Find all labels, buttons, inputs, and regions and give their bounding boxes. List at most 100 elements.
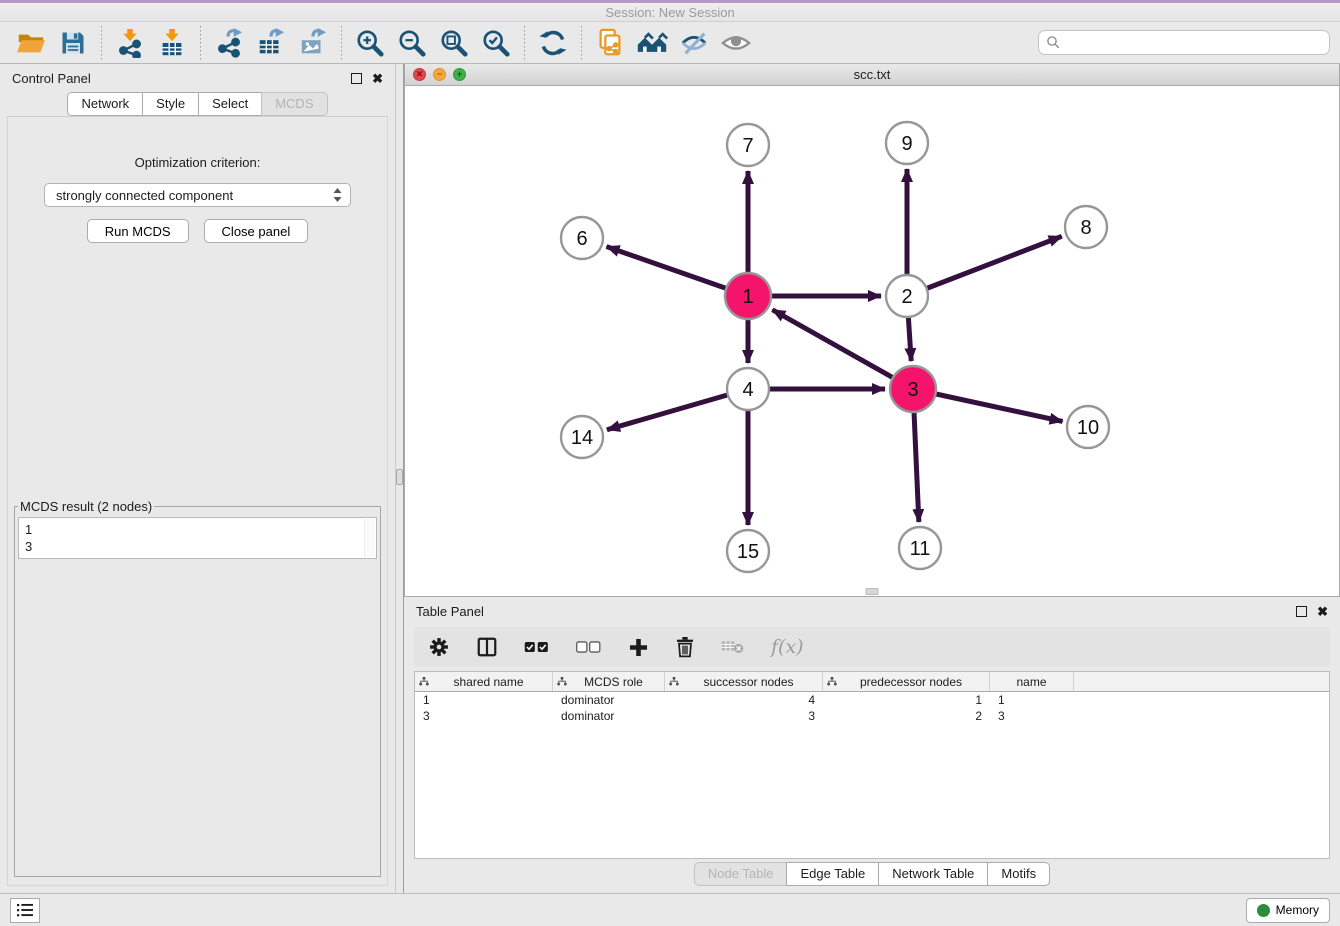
cell-shared-name[interactable]: 1 [415, 692, 553, 708]
mcds-result-item[interactable]: 3 [25, 538, 370, 555]
float-panel-icon[interactable] [351, 73, 362, 84]
float-table-panel-icon[interactable] [1296, 606, 1307, 617]
function-builder-icon[interactable]: f(x) [771, 636, 804, 658]
criterion-select-value: strongly connected component [56, 188, 333, 203]
node-label-14: 14 [571, 427, 593, 449]
maximize-window-button[interactable]: + [453, 68, 466, 81]
show-column-icon[interactable] [476, 636, 498, 658]
close-window-button[interactable]: ✕ [413, 68, 426, 81]
tab-node-table[interactable]: Node Table [694, 862, 788, 886]
memory-button[interactable]: Memory [1246, 898, 1330, 923]
mcds-result-list[interactable]: 13 [18, 517, 377, 559]
run-mcds-button[interactable]: Run MCDS [87, 219, 189, 243]
cell-successor-nodes[interactable]: 4 [665, 692, 823, 708]
cell-MCDS-role[interactable]: dominator [553, 692, 665, 708]
node-label-6: 6 [576, 228, 587, 250]
right-column: ✕ − + scc.txt 7968124314101511 Table Pan… [404, 64, 1340, 893]
node-table[interactable]: shared nameMCDS rolesuccessor nodesprede… [414, 671, 1330, 859]
import-table-icon[interactable] [155, 26, 189, 60]
task-list-icon [16, 902, 34, 918]
minimize-window-button[interactable]: − [433, 68, 446, 81]
table-row[interactable]: 3dominator323 [415, 708, 1329, 724]
vertical-splitter[interactable] [395, 64, 404, 893]
unselect-all-columns-icon[interactable] [576, 640, 602, 654]
select-chevrons-icon [333, 188, 342, 202]
delete-table-icon[interactable] [721, 638, 745, 656]
export-table-icon[interactable] [254, 26, 288, 60]
network-window-titlebar: ✕ − + scc.txt [405, 64, 1339, 86]
node-label-15: 15 [737, 541, 759, 563]
cell-predecessor-nodes[interactable]: 2 [823, 708, 990, 724]
mcds-result-title: MCDS result (2 nodes) [18, 499, 154, 514]
column-header-shared-name[interactable]: shared name [415, 672, 553, 691]
column-header-name[interactable]: name [990, 672, 1074, 691]
network-canvas[interactable]: 7968124314101511 [405, 86, 1339, 596]
search-input[interactable] [1066, 35, 1322, 50]
splitter-grip[interactable] [396, 469, 403, 485]
first-neighbors-icon[interactable] [635, 26, 669, 60]
application-window: Session: New Session [0, 0, 1340, 926]
mcds-result-box: MCDS result (2 nodes) 13 [14, 499, 381, 877]
edge-2-8[interactable] [907, 236, 1062, 296]
search-icon [1046, 35, 1061, 50]
save-session-icon[interactable] [56, 26, 90, 60]
toolbar-separator [524, 26, 525, 60]
main-toolbar [0, 22, 1340, 64]
cell-successor-nodes[interactable]: 3 [665, 708, 823, 724]
column-header-predecessor-nodes[interactable]: predecessor nodes [823, 672, 990, 691]
close-panel-icon[interactable]: ✖ [372, 73, 383, 84]
zoom-selected-icon[interactable] [479, 26, 513, 60]
control-panel: Control Panel ✖ NetworkStyleSelectMCDS O… [0, 64, 395, 893]
open-session-icon[interactable] [14, 26, 48, 60]
mcds-panel: Optimization criterion: strongly connect… [7, 116, 388, 886]
table-row[interactable]: 1dominator411 [415, 692, 1329, 708]
select-all-columns-icon[interactable] [524, 640, 550, 654]
node-label-4: 4 [742, 379, 753, 401]
delete-column-icon[interactable] [675, 636, 695, 658]
node-label-9: 9 [901, 133, 912, 155]
horizontal-splitter-grip[interactable] [866, 588, 879, 595]
table-panel-header: Table Panel ✖ [404, 597, 1340, 625]
tab-style[interactable]: Style [142, 92, 199, 116]
hide-selected-icon[interactable] [677, 26, 711, 60]
criterion-select[interactable]: strongly connected component [44, 183, 351, 207]
zoom-in-icon[interactable] [353, 26, 387, 60]
clone-network-icon[interactable] [593, 26, 627, 60]
result-scrollbar[interactable] [364, 519, 375, 557]
toolbar-separator [101, 26, 102, 60]
column-header-successor-nodes[interactable]: successor nodes [665, 672, 823, 691]
export-network-icon[interactable] [212, 26, 246, 60]
show-all-icon[interactable] [719, 26, 753, 60]
close-table-panel-icon[interactable]: ✖ [1317, 606, 1328, 617]
close-panel-button[interactable]: Close panel [204, 219, 309, 243]
table-toolbar: f(x) [414, 627, 1330, 667]
tab-select[interactable]: Select [198, 92, 262, 116]
table-settings-icon[interactable] [428, 636, 450, 658]
cell-predecessor-nodes[interactable]: 1 [823, 692, 990, 708]
control-panel-title: Control Panel [12, 71, 351, 86]
tab-network-table[interactable]: Network Table [878, 862, 988, 886]
tab-motifs[interactable]: Motifs [987, 862, 1050, 886]
graph-svg[interactable]: 7968124314101511 [405, 86, 1335, 595]
cell-shared-name[interactable]: 3 [415, 708, 553, 724]
toolbar-separator [200, 26, 201, 60]
mcds-result-item[interactable]: 1 [25, 521, 370, 538]
cell-name[interactable]: 3 [990, 708, 1074, 724]
cell-name[interactable]: 1 [990, 692, 1074, 708]
tab-mcds[interactable]: MCDS [261, 92, 327, 116]
task-history-button[interactable] [10, 898, 40, 923]
import-network-icon[interactable] [113, 26, 147, 60]
toolbar-separator [581, 26, 582, 60]
refresh-view-icon[interactable] [536, 26, 570, 60]
zoom-fit-icon[interactable] [437, 26, 471, 60]
edge-3-1[interactable] [772, 310, 913, 389]
cell-MCDS-role[interactable]: dominator [553, 708, 665, 724]
column-header-MCDS-role[interactable]: MCDS role [553, 672, 665, 691]
toolbar-separator [341, 26, 342, 60]
tab-edge-table[interactable]: Edge Table [786, 862, 879, 886]
table-panel-title: Table Panel [416, 604, 1296, 619]
add-column-icon[interactable] [628, 637, 649, 658]
zoom-out-icon[interactable] [395, 26, 429, 60]
tab-network[interactable]: Network [67, 92, 143, 116]
export-image-icon[interactable] [296, 26, 330, 60]
